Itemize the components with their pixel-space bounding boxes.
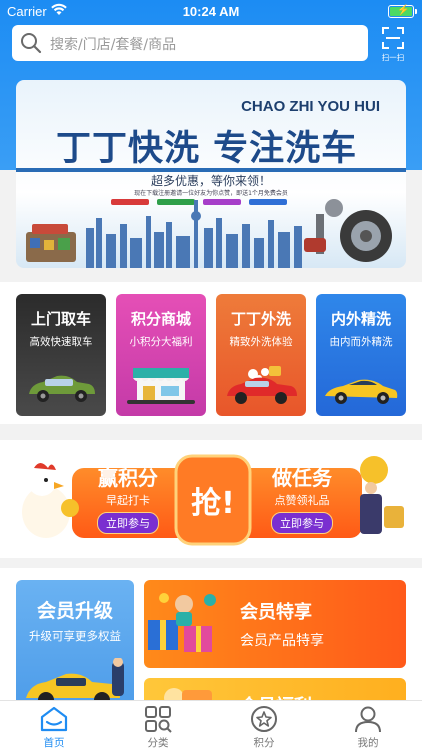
member-upgrade-subtitle: 升级可享更多权益 (29, 629, 121, 643)
tab-points[interactable]: 积分 (234, 705, 294, 750)
home-icon (40, 706, 68, 732)
car-icon (29, 375, 95, 402)
search-placeholder: 搜索/门店/套餐/商品 (50, 37, 177, 53)
scan-label: 扫一扫 (381, 53, 405, 62)
chicken-mascot-illustration (22, 463, 79, 538)
promo-right-join-button[interactable]: 立即参与 (271, 512, 333, 534)
service-card-title: 上门取车 (30, 310, 91, 328)
gift-boxes-illustration (148, 593, 216, 652)
member-section: 会员升级 升级可享更多权益 会员特享 会员产品特享 会员福利 (0, 568, 422, 718)
service-card-subtitle: 小积分大福利 (129, 336, 193, 348)
promo-right: 做任务 点赞领礼品 立即参与 (252, 462, 352, 534)
banner-title: 丁丁快洗 专注洗车 (56, 129, 358, 169)
tab-label: 我的 (357, 737, 379, 749)
banner-subtitle: 超多优惠，等你来领！ (150, 174, 271, 188)
tab-label: 首页 (43, 737, 65, 749)
scan-button[interactable]: 扫一扫 (376, 25, 410, 63)
service-card-title: 内外精洗 (330, 310, 391, 328)
bottom-tab-bar: 首页 分类 积分 我的 (0, 700, 422, 750)
service-card-subtitle: 由内而外精洗 (329, 336, 393, 348)
service-card-subtitle: 精致外洗体验 (229, 336, 293, 348)
service-card-pickup[interactable]: 上门取车 高效快速取车 (16, 294, 106, 416)
tab-category[interactable]: 分类 (128, 705, 188, 750)
promo-left-title: 赢积分 (98, 466, 158, 490)
runner-illustration (360, 456, 404, 534)
promo-section: 赢积分 早起打卡 立即参与 抢! 做任务 点赞领礼品 立即参与 (0, 440, 422, 558)
tab-label: 分类 (147, 737, 169, 749)
tab-profile[interactable]: 我的 (338, 705, 398, 750)
city-skyline-illustration (26, 199, 392, 268)
member-upgrade-tile[interactable]: 会员升级 升级可享更多权益 (16, 580, 134, 710)
member-perks-title: 会员特享 (240, 602, 312, 623)
service-card-subtitle: 高效快速取车 (29, 336, 93, 348)
star-icon (251, 706, 277, 732)
service-section: 上门取车 高效快速取车 积分商城 小积分大福利 丁丁外洗 精致外洗体验 内外精洗… (0, 282, 422, 424)
service-card-title: 丁丁外洗 (230, 310, 291, 328)
promo-left-join-button[interactable]: 立即参与 (97, 512, 159, 534)
red-car-icon (227, 366, 297, 404)
sports-car-icon (325, 379, 398, 404)
service-card-title: 积分商城 (130, 310, 191, 328)
clock: 10:24 AM (182, 4, 240, 19)
shop-icon (127, 368, 195, 404)
user-icon (355, 706, 381, 733)
promo-center-badge[interactable]: 抢! (176, 478, 250, 522)
search-input[interactable]: 搜索/门店/套餐/商品 (12, 25, 368, 61)
service-card-full-detail[interactable]: 内外精洗 由内而外精洗 (316, 294, 406, 416)
service-card-exterior-wash[interactable]: 丁丁外洗 精致外洗体验 (216, 294, 306, 416)
grid-icon (145, 706, 172, 733)
tab-home[interactable]: 首页 (24, 705, 84, 750)
promo-right-subtitle: 点赞领礼品 (274, 494, 330, 507)
scan-icon (382, 27, 404, 49)
battery-icon: ⚡ (388, 5, 417, 18)
service-card-points-mall[interactable]: 积分商城 小积分大福利 (116, 294, 206, 416)
promo-left: 赢积分 早起打卡 立即参与 (78, 462, 178, 534)
search-icon (21, 33, 42, 54)
member-perks-tile[interactable]: 会员特享 会员产品特享 (144, 580, 406, 668)
tab-label: 积分 (253, 737, 275, 749)
promo-left-subtitle: 早起打卡 (106, 494, 150, 507)
member-upgrade-title: 会员升级 (36, 600, 113, 622)
banner-english: CHAO ZHI YOU HUI (241, 98, 380, 115)
promo-right-title: 做任务 (272, 466, 332, 490)
status-bar: Carrier 10:24 AM ⚡ (0, 0, 422, 22)
member-perks-subtitle: 会员产品特享 (240, 633, 324, 649)
hero-banner[interactable]: CHAO ZHI YOU HUI 丁丁快洗 专注洗车 超多优惠，等你来领！ 现在… (16, 80, 406, 268)
